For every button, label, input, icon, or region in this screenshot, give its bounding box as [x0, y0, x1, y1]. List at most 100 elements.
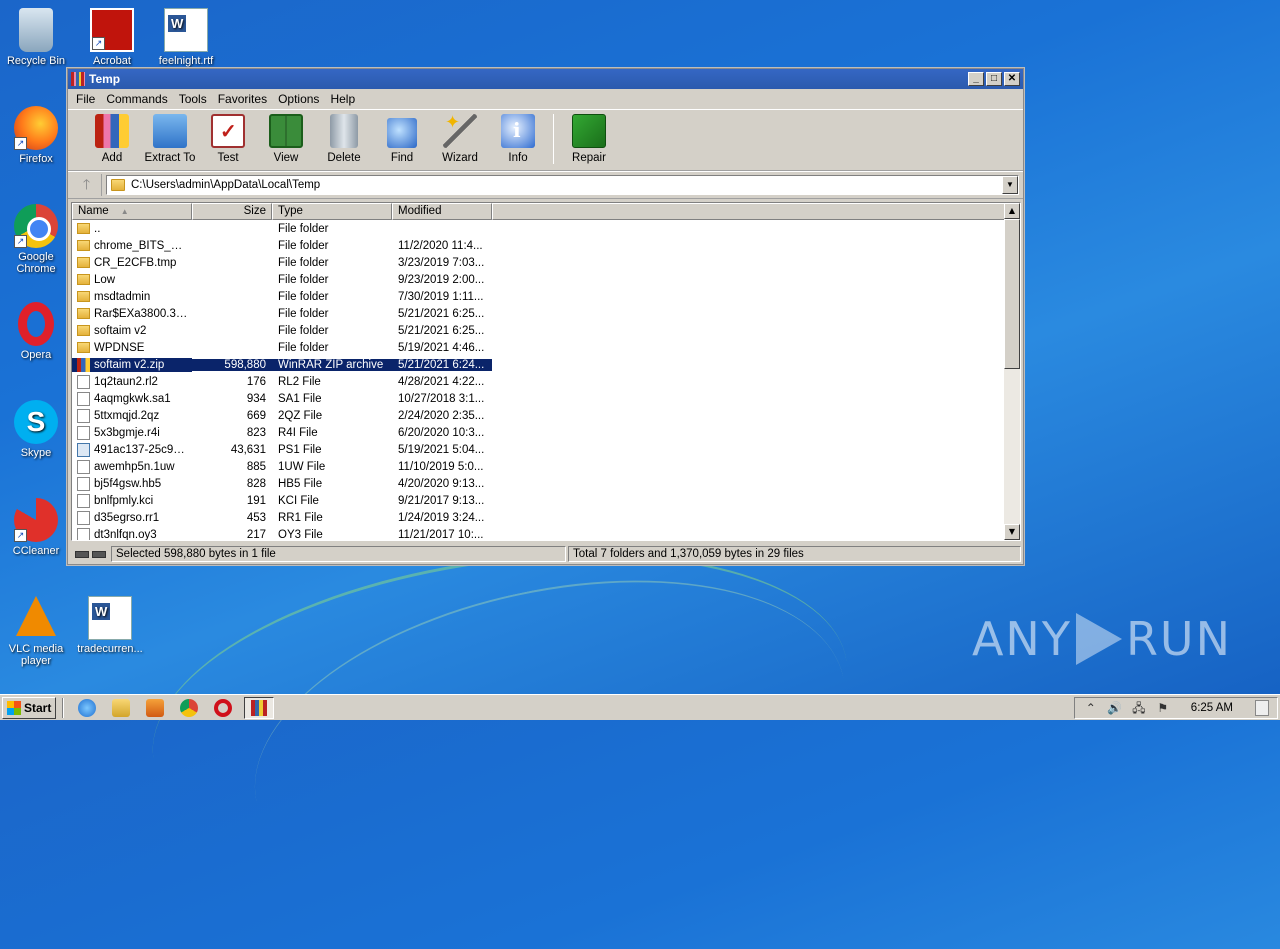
- cell-name: bnlfpmly.kci: [72, 493, 192, 508]
- table-row[interactable]: WPDNSE File folder 5/19/2021 4:46...: [72, 339, 1020, 356]
- winrar-taskbar-button[interactable]: [244, 696, 274, 719]
- column-type[interactable]: Type: [272, 203, 392, 220]
- menu-tools[interactable]: Tools: [174, 92, 213, 106]
- menu-favorites[interactable]: Favorites: [213, 92, 273, 106]
- column-name[interactable]: Name ▲: [72, 203, 192, 220]
- table-row[interactable]: softaim v2 File folder 5/21/2021 6:25...: [72, 322, 1020, 339]
- zip-icon: [77, 357, 90, 372]
- view-button[interactable]: View: [257, 114, 315, 170]
- opera-taskbar-icon[interactable]: [214, 698, 232, 717]
- status-bar: Selected 598,880 bytes in 1 file Total 7…: [71, 545, 1021, 563]
- magnifier-icon: [387, 118, 417, 148]
- status-total: Total 7 folders and 1,370,059 bytes in 2…: [568, 546, 1021, 562]
- desktop-icon-firefox[interactable]: ↗ Firefox: [0, 106, 72, 165]
- file-name: 4aqmgkwk.sa1: [94, 392, 171, 405]
- cell-type: File folder: [278, 256, 329, 269]
- window-title: Temp: [89, 72, 121, 86]
- column-modified[interactable]: Modified: [392, 203, 492, 220]
- desktop-icon-chrome[interactable]: ↗ Google Chrome: [0, 204, 72, 275]
- table-row[interactable]: bj5f4gsw.hb5 828 HB5 File 4/20/2020 9:13...: [72, 475, 1020, 492]
- file-explorer-icon[interactable]: [112, 698, 130, 717]
- table-row[interactable]: Rar$EXa3800.3096 File folder 5/21/2021 6:2…: [72, 305, 1020, 322]
- desktop-icon-skype[interactable]: S Skype: [0, 400, 72, 459]
- file-name: Low: [94, 273, 116, 286]
- chrome-taskbar-icon[interactable]: [180, 698, 198, 717]
- scroll-thumb[interactable]: [1004, 219, 1020, 369]
- show-desktop-button[interactable]: [1255, 699, 1269, 716]
- start-button[interactable]: Start: [2, 696, 56, 719]
- cell-name: chrome_BITS_40...: [72, 240, 192, 252]
- table-row[interactable]: CR_E2CFB.tmp File folder 3/23/2019 7:03...: [72, 254, 1020, 271]
- info-button[interactable]: Info: [489, 114, 547, 170]
- volume-icon[interactable]: 🔊: [1107, 701, 1123, 715]
- delete-button[interactable]: Delete: [315, 114, 373, 170]
- menu-file[interactable]: File: [71, 92, 101, 106]
- repair-button[interactable]: Repair: [560, 114, 618, 170]
- desktop-icon-label: Google Chrome: [16, 251, 56, 275]
- address-dropdown-button[interactable]: ▼: [1002, 176, 1018, 194]
- table-row[interactable]: softaim v2.zip 598,880 WinRAR ZIP archive 5…: [72, 356, 1020, 373]
- cell-size: 885: [246, 460, 266, 473]
- wizard-button[interactable]: Wizard: [431, 112, 489, 170]
- media-player-icon[interactable]: [146, 698, 164, 717]
- close-button[interactable]: ✕: [1004, 72, 1020, 86]
- window-titlebar[interactable]: Temp _ □ ✕: [68, 69, 1023, 89]
- clock[interactable]: 6:25 AM: [1191, 702, 1233, 714]
- show-hidden-icons-icon[interactable]: ⌃: [1083, 701, 1099, 715]
- desktop-icon-ccleaner[interactable]: ↗ CCleaner: [0, 498, 72, 557]
- scroll-up-button[interactable]: ▲: [1004, 203, 1020, 219]
- table-row[interactable]: awemhp5n.1uw 885 1UW File 11/10/2019 5:0...: [72, 458, 1020, 475]
- desktop-icon-opera[interactable]: Opera: [0, 302, 72, 361]
- vertical-scrollbar[interactable]: ▲ ▼: [1004, 203, 1020, 540]
- file-icon: [77, 374, 90, 389]
- table-row[interactable]: 4aqmgkwk.sa1 934 SA1 File 10/27/2018 3:1...: [72, 390, 1020, 407]
- cell-modified: 11/21/2017 10:...: [398, 528, 484, 541]
- scroll-down-button[interactable]: ▼: [1004, 524, 1020, 540]
- menu-help[interactable]: Help: [325, 92, 361, 106]
- test-button[interactable]: Test: [199, 114, 257, 170]
- desktop-icon-tradecurrency[interactable]: tradecurren...: [74, 596, 146, 655]
- address-field[interactable]: C:\Users\admin\AppData\Local\Temp ▼: [106, 175, 1019, 195]
- file-icon: [77, 493, 90, 508]
- desktop-icon-acrobat[interactable]: ↗ Acrobat: [76, 8, 148, 67]
- internet-explorer-icon[interactable]: [78, 698, 96, 717]
- minimize-button[interactable]: _: [968, 72, 984, 86]
- table-row[interactable]: chrome_BITS_40... File folder 11/2/2020 11…: [72, 237, 1020, 254]
- network-icon[interactable]: 🖧: [1131, 701, 1147, 715]
- table-row[interactable]: bnlfpmly.kci 191 KCI File 9/21/2017 9:13...: [72, 492, 1020, 509]
- repair-label: Repair: [572, 152, 606, 164]
- cell-modified: 1/24/2019 3:24...: [398, 511, 485, 524]
- cell-type: File folder: [278, 324, 329, 337]
- file-icon: [77, 391, 90, 406]
- table-row[interactable]: 491ac137-25c9-4... 43,631 PS1 File 5/19/202…: [72, 441, 1020, 458]
- table-row[interactable]: 5x3bgmje.r4i 823 R4I File 6/20/2020 10:3...: [72, 424, 1020, 441]
- menu-options[interactable]: Options: [273, 92, 325, 106]
- maximize-button[interactable]: □: [986, 72, 1002, 86]
- extract-to-button[interactable]: Extract To: [141, 114, 199, 170]
- column-size[interactable]: Size: [192, 203, 272, 220]
- table-row[interactable]: msdtadmin File folder 7/30/2019 1:11...: [72, 288, 1020, 305]
- cell-name: 5x3bgmje.r4i: [72, 425, 192, 440]
- find-button[interactable]: Find: [373, 118, 431, 170]
- key-icon: [92, 550, 106, 558]
- desktop-icon-recycle-bin[interactable]: Recycle Bin: [0, 8, 72, 67]
- desktop-icon-label: Opera: [20, 349, 52, 361]
- table-row[interactable]: dt3nlfqn.oy3 217 OY3 File 11/21/2017 10:...: [72, 526, 1020, 541]
- cell-modified: 10/27/2018 3:1...: [398, 392, 485, 405]
- file-name: bnlfpmly.kci: [94, 494, 154, 507]
- action-center-flag-icon[interactable]: ⚑: [1155, 701, 1171, 715]
- table-row[interactable]: .. File folder: [72, 220, 1020, 237]
- table-row[interactable]: 5ttxmqjd.2qz 669 2QZ File 2/24/2020 2:35...: [72, 407, 1020, 424]
- menu-commands[interactable]: Commands: [101, 92, 173, 106]
- firefox-icon: ↗: [14, 106, 58, 150]
- desktop-icon-vlc[interactable]: VLC media player: [0, 596, 72, 667]
- table-row[interactable]: d35egrso.rr1 453 RR1 File 1/24/2019 3:24...: [72, 509, 1020, 526]
- add-button[interactable]: Add: [83, 114, 141, 170]
- cell-size: 823: [246, 426, 266, 439]
- cell-type: File folder: [278, 341, 329, 354]
- up-folder-button[interactable]: 🡑: [72, 174, 102, 196]
- cell-type: 1UW File: [278, 460, 326, 473]
- desktop-icon-feelnight[interactable]: feelnight.rtf: [150, 8, 222, 67]
- table-row[interactable]: Low File folder 9/23/2019 2:00...: [72, 271, 1020, 288]
- table-row[interactable]: 1q2taun2.rl2 176 RL2 File 4/28/2021 4:22...: [72, 373, 1020, 390]
